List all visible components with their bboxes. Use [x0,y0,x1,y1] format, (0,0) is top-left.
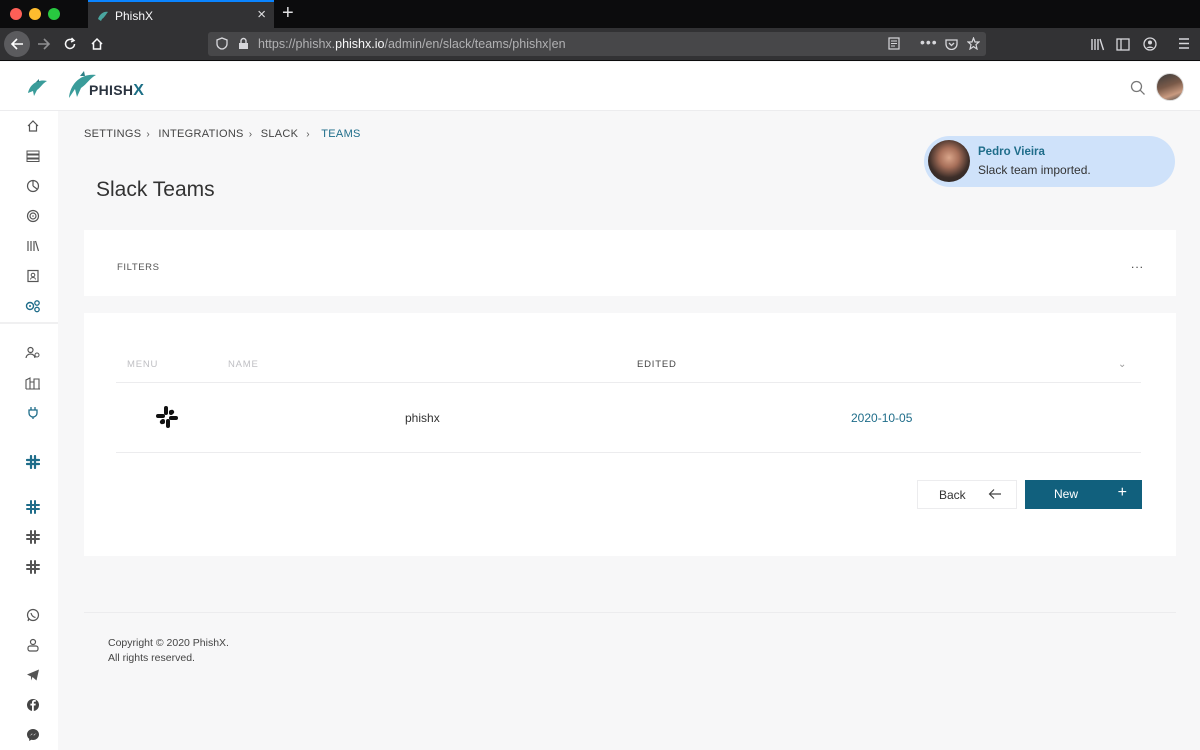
filters-panel[interactable]: FILTERS ... [84,230,1176,296]
column-header-name[interactable]: NAME [228,359,259,370]
column-header-edited[interactable]: EDITED [637,359,677,370]
menu-hamburger-icon[interactable] [1177,37,1191,55]
teams-table: MENU NAME EDITED ⌄ phishx 2020-10-05 Bac… [84,313,1176,556]
pocket-icon[interactable] [945,37,958,55]
footer-copyright: Copyright © 2020 PhishX. All rights rese… [108,636,229,666]
url-bar[interactable]: https://phishx.phishx.io/admin/en/slack/… [208,32,986,56]
toast-message: Slack team imported. [978,163,1091,177]
sidebar-teams-icon[interactable] [24,636,42,654]
back-button[interactable]: Back [917,480,1017,509]
sort-chevron-down-icon[interactable]: ⌄ [1118,359,1127,370]
browser-tab[interactable]: PhishX × [88,0,274,28]
account-icon[interactable] [1143,37,1157,56]
app-header: PHISHX [0,62,1200,111]
toast-user-name: Pedro Vieira [978,146,1045,158]
home-icon [91,37,103,50]
url-text[interactable]: https://phishx.phishx.io/admin/en/slack/… [258,37,566,51]
copyright-line: Copyright © 2020 PhishX. [108,637,229,649]
arrow-left-icon [10,38,23,50]
page-title: Slack Teams [96,178,215,201]
browser-back-button[interactable] [4,31,30,57]
phishx-favicon-icon [97,9,109,27]
reload-icon [64,37,76,50]
arrow-right-icon [38,38,51,50]
reader-view-icon[interactable] [888,37,900,55]
new-tab-icon[interactable]: + [282,3,294,23]
page-actions-icon[interactable]: ••• [920,34,938,50]
sidebar-settings-icon[interactable] [24,297,42,315]
breadcrumb: SETTINGS › INTEGRATIONS › SLACK › TEAMS [84,128,366,140]
user-avatar[interactable] [1156,73,1184,101]
sidebar-plug-icon[interactable] [24,404,42,422]
table-divider [116,382,1141,383]
more-options-icon[interactable]: ... [1131,257,1144,271]
sidebar-toggle-icon[interactable] [1116,38,1130,56]
browser-forward-button[interactable] [32,32,56,56]
sidebar-telegram-icon[interactable] [24,666,42,684]
breadcrumb-settings[interactable]: SETTINGS [84,128,141,140]
sidebar-messenger-icon[interactable] [24,726,42,744]
lock-icon[interactable] [238,37,249,55]
sidebar-user-settings-icon[interactable] [24,344,42,362]
minimize-window-button[interactable] [29,8,41,20]
browser-tab-bar: PhishX × + [0,0,1200,28]
browser-reload-button[interactable] [58,32,82,56]
sidebar-nav [0,111,58,750]
chevron-right-icon: › [306,129,310,140]
sidebar-reports-pie-icon[interactable] [24,177,42,195]
sidebar-facebook-icon[interactable] [24,696,42,714]
footer-divider [84,612,1176,613]
close-window-button[interactable] [10,8,22,20]
close-tab-icon[interactable]: × [257,6,266,23]
browser-nav-bar: https://phishx.phishx.io/admin/en/slack/… [0,28,1200,61]
sidebar-library-icon[interactable] [24,237,42,255]
sidebar-slack-channels-icon[interactable] [24,528,42,546]
back-button-label: Back [939,488,966,502]
browser-home-button[interactable] [85,32,109,56]
maximize-window-button[interactable] [48,8,60,20]
brand-logo-text[interactable]: PHISHX [89,82,144,100]
chevron-right-icon: › [248,129,253,140]
sidebar-divider [0,322,58,324]
sidebar-slack-active-icon[interactable] [24,453,42,471]
tracking-shield-icon[interactable] [216,37,228,55]
table-divider [116,452,1141,453]
filters-label: FILTERS [117,262,160,273]
rights-line: All rights reserved. [108,652,195,664]
column-header-menu: MENU [127,359,159,370]
sidebar-target-icon[interactable] [24,207,42,225]
arrow-left-icon [988,487,1002,506]
dolphin-logo-icon[interactable] [26,78,48,103]
table-cell-edited[interactable]: 2020-10-05 [851,411,912,425]
new-button-label: New [1054,487,1079,501]
table-cell-name[interactable]: phishx [405,411,440,425]
breadcrumb-teams: TEAMS [321,128,361,140]
bookmark-star-icon[interactable] [966,36,981,55]
search-icon[interactable] [1130,80,1146,101]
slack-logo-icon[interactable] [155,405,179,434]
sidebar-home-icon[interactable] [24,117,42,135]
sidebar-list-icon[interactable] [24,147,42,165]
notification-toast[interactable]: Pedro Vieira Slack team imported. [924,136,1175,187]
sidebar-buildings-icon[interactable] [24,374,42,392]
plus-icon: + [1117,484,1127,501]
toast-avatar [928,140,970,182]
tab-title: PhishX [115,9,154,23]
chevron-right-icon: › [146,129,151,140]
library-icon[interactable] [1090,38,1105,56]
sidebar-slack-users-icon[interactable] [24,558,42,576]
breadcrumb-slack[interactable]: SLACK [261,128,299,140]
new-team-button[interactable]: New + [1025,480,1142,509]
sidebar-slack-teams-icon[interactable] [24,498,42,516]
sidebar-contacts-icon[interactable] [24,267,42,285]
sidebar-whatsapp-icon[interactable] [24,606,42,624]
breadcrumb-integrations[interactable]: INTEGRATIONS [158,128,243,140]
